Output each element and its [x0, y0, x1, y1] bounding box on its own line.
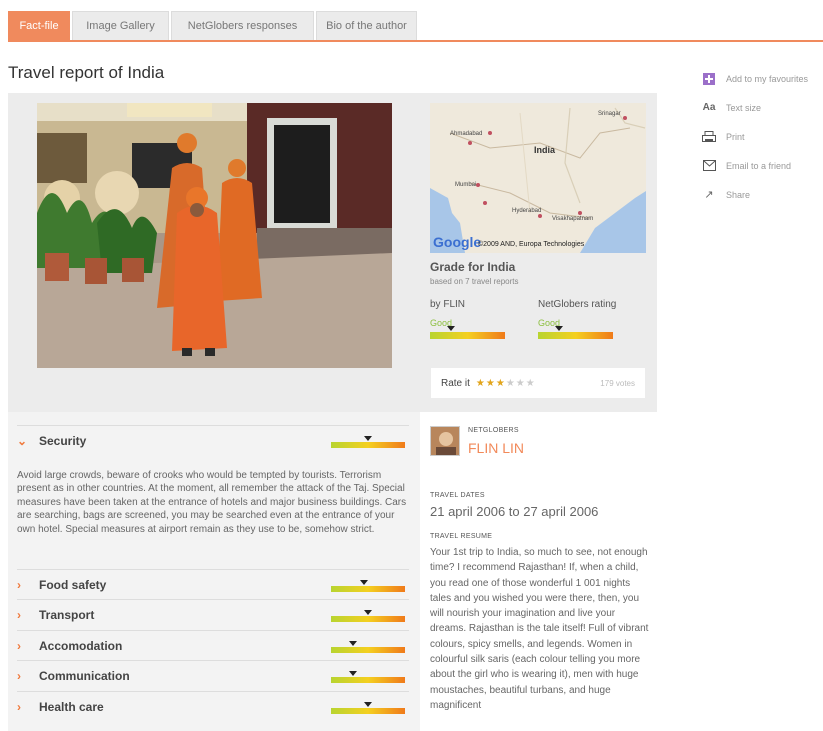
- member-type: NETGLOBERS: [468, 427, 519, 434]
- section-food-safety[interactable]: › Food safety: [17, 569, 409, 599]
- section-rating-bar: [331, 702, 405, 714]
- grade-subtitle: based on 7 travel reports: [430, 277, 519, 286]
- star-rating[interactable]: ★★★★★★: [476, 378, 536, 389]
- travel-resume-text: Your 1st trip to India, so much to see, …: [430, 547, 649, 711]
- text-size-link[interactable]: Aa Text size: [700, 93, 823, 122]
- map-label-hyderabad: Hyderabad: [512, 208, 542, 214]
- netglobers-rating-label: NetGlobers rating: [538, 299, 617, 310]
- avatar[interactable]: [430, 426, 460, 456]
- report-photo[interactable]: [37, 103, 392, 368]
- netglobers-rating-bar: [538, 326, 613, 339]
- map-label-srinagar: Srinagar: [598, 111, 621, 117]
- favourite-icon: [700, 72, 718, 85]
- chevron-right-icon: ›: [17, 668, 21, 683]
- tool-label: Print: [726, 131, 745, 142]
- side-tools: Add to my favourites Aa Text size Print …: [700, 64, 823, 209]
- tab-netglobers-responses[interactable]: NetGlobers responses: [171, 11, 314, 40]
- rating-marker: [447, 326, 455, 331]
- chevron-right-icon: ›: [17, 607, 21, 622]
- location-map[interactable]: India Ahmadabad Mumbai Hyderabad Visakha…: [430, 103, 646, 253]
- email-to-friend-link[interactable]: Email to a friend: [700, 151, 823, 180]
- map-label-india: India: [534, 145, 556, 155]
- section-health-care[interactable]: › Health care: [17, 691, 409, 721]
- security-description: Avoid large crowds, beware of crooks who…: [17, 470, 407, 535]
- rate-it-box: Rate it ★★★★★★ 179 votes: [430, 367, 646, 399]
- email-icon: [700, 160, 718, 171]
- section-name: Food safety: [39, 577, 107, 592]
- tool-label: Share: [726, 189, 751, 200]
- tab-bar: Fact-file Image Gallery NetGlobers respo…: [8, 11, 823, 42]
- grade-title: Grade for India: [430, 260, 516, 274]
- rate-it-label: Rate it: [441, 377, 470, 389]
- map-label-ahmadabad: Ahmadabad: [450, 131, 483, 137]
- rating-marker: [349, 671, 358, 676]
- share-link[interactable]: ↗ Share: [700, 180, 823, 209]
- section-rating-bar: [331, 610, 405, 622]
- star-icon[interactable]: ★: [486, 378, 496, 389]
- rating-marker: [364, 702, 372, 707]
- tab-bio-of-the-author[interactable]: Bio of the author: [316, 11, 417, 40]
- section-name: Transport: [39, 607, 95, 622]
- section-name: Communication: [39, 668, 130, 683]
- add-to-favourites-link[interactable]: Add to my favourites: [700, 64, 823, 93]
- netglobers-rating: NetGlobers rating Good: [538, 299, 648, 339]
- chevron-right-icon: ›: [17, 699, 21, 714]
- map-attribution: ©2009 AND, Europa Technologies: [478, 241, 585, 248]
- map-label-mumbai: Mumbai: [455, 182, 477, 188]
- section-name: Accomodation: [39, 638, 123, 653]
- section-rating-bar: [331, 436, 405, 448]
- tool-label: Text size: [726, 102, 762, 113]
- author-rating-bar: [430, 326, 505, 339]
- author-name[interactable]: FLIN LIN: [468, 440, 524, 456]
- star-icon[interactable]: ★: [496, 378, 506, 389]
- text-size-icon: Aa: [702, 102, 716, 113]
- section-accomodation[interactable]: › Accomodation: [17, 630, 409, 660]
- rating-marker: [349, 641, 358, 646]
- section-security[interactable]: ⌄ Security: [17, 425, 409, 455]
- map-label-visakhapatnam: Visakhapatnam: [552, 216, 594, 222]
- travel-dates-value: 21 april 2006 to 27 april 2006: [430, 504, 599, 519]
- tab-fact-file[interactable]: Fact-file: [8, 11, 70, 40]
- star-icon[interactable]: ★: [506, 378, 516, 389]
- tool-label: Add to my favourites: [726, 73, 809, 84]
- star-icon[interactable]: ★: [516, 378, 526, 389]
- star-icon[interactable]: ★: [526, 378, 536, 389]
- travel-resume-label: TRAVEL RESUME: [430, 533, 493, 540]
- section-name: Security: [39, 433, 87, 448]
- tab-image-gallery[interactable]: Image Gallery: [72, 11, 169, 40]
- section-communication[interactable]: › Communication: [17, 660, 409, 690]
- star-icon[interactable]: ★: [476, 378, 486, 389]
- vote-count: 179 votes: [600, 378, 635, 388]
- section-name: Health care: [39, 699, 104, 714]
- chevron-down-icon: ⌄: [17, 433, 28, 448]
- rating-marker: [555, 326, 563, 331]
- tool-label: Email to a friend: [726, 160, 792, 171]
- page-title: Travel report of India: [8, 63, 165, 82]
- print-icon: [700, 130, 718, 143]
- section-transport[interactable]: › Transport: [17, 599, 409, 629]
- rating-marker: [364, 610, 372, 615]
- author-rating: by FLIN Good: [430, 299, 540, 339]
- rating-marker: [364, 436, 372, 441]
- google-logo: Google: [433, 234, 482, 250]
- author-rating-label: by FLIN: [430, 299, 466, 310]
- section-rating-bar: [331, 671, 405, 683]
- travel-dates-label: TRAVEL DATES: [430, 492, 485, 499]
- chevron-right-icon: ›: [17, 577, 21, 592]
- section-rating-bar: [331, 580, 405, 592]
- section-rating-bar: [331, 641, 405, 653]
- rating-marker: [360, 580, 369, 585]
- share-icon: ↗: [704, 189, 714, 201]
- print-link[interactable]: Print: [700, 122, 823, 151]
- chevron-right-icon: ›: [17, 638, 21, 653]
